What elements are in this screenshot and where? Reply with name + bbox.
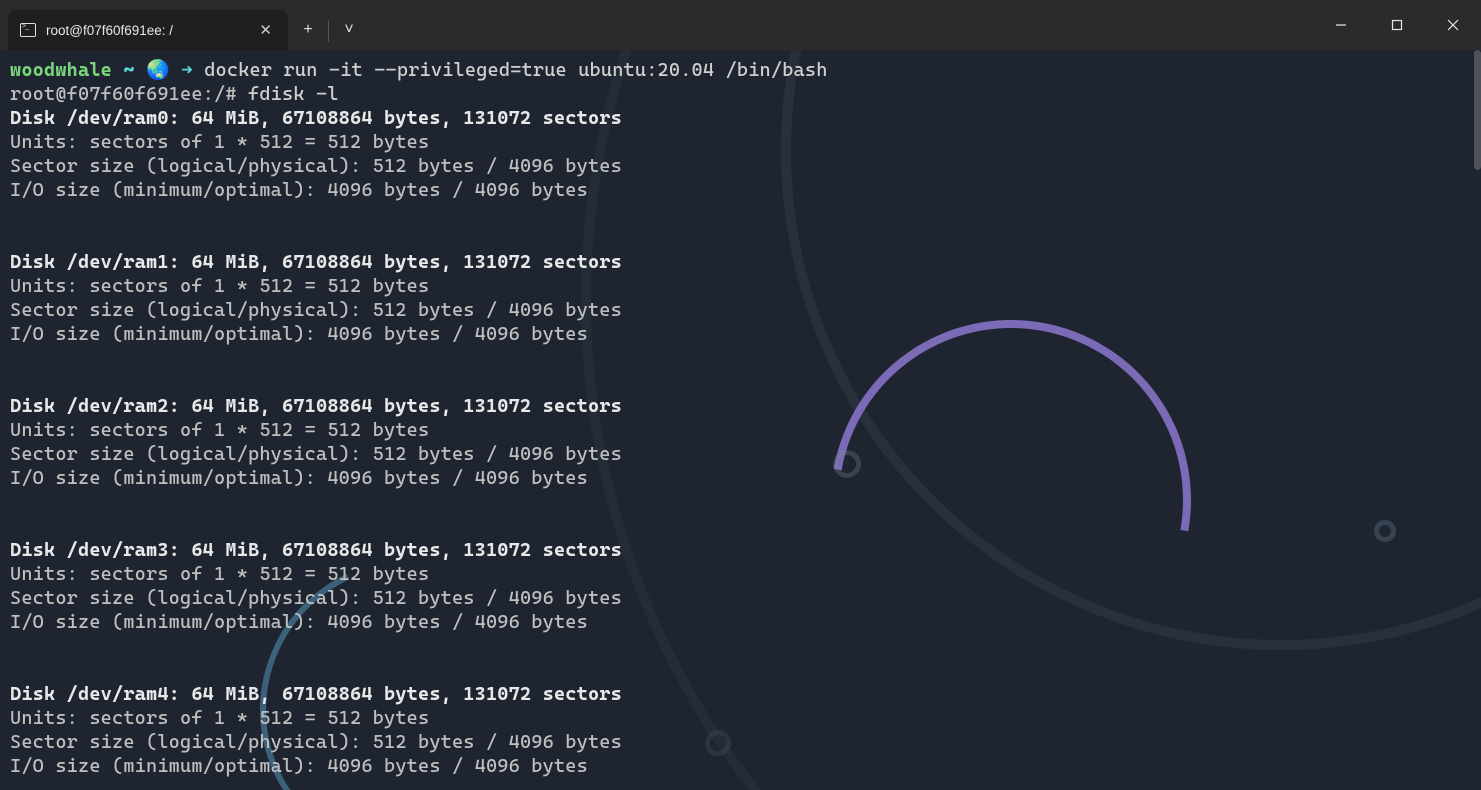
disk-sector: Sector size (logical/physical): 512 byte… [10, 299, 622, 321]
disk-header: Disk /dev/ram3: 64 MiB, 67108864 bytes, … [10, 539, 622, 561]
disk-io: I/O size (minimum/optimal): 4096 bytes /… [10, 179, 588, 201]
inner-prompt: root@f07f60f691ee:/# [10, 83, 237, 105]
new-tab-button[interactable]: + [288, 10, 328, 50]
prompt-arrow-icon: ➜ [181, 59, 193, 81]
disk-sector: Sector size (logical/physical): 512 byte… [10, 155, 622, 177]
disk-units: Units: sectors of 1 * 512 = 512 bytes [10, 419, 429, 441]
terminal-icon [20, 23, 36, 37]
prompt-path: ~ [123, 59, 134, 81]
disk-header: Disk /dev/ram1: 64 MiB, 67108864 bytes, … [10, 251, 622, 273]
disk-header: Disk /dev/ram2: 64 MiB, 67108864 bytes, … [10, 395, 622, 417]
maximize-button[interactable] [1369, 0, 1425, 50]
tab-active[interactable]: root@f07f60f691ee: / ✕ [8, 10, 288, 50]
prompt-command: docker run -it --privileged=true ubuntu:… [204, 59, 827, 81]
tab-title: root@f07f60f691ee: / [46, 23, 245, 38]
disk-io: I/O size (minimum/optimal): 4096 bytes /… [10, 611, 588, 633]
disk-units: Units: sectors of 1 * 512 = 512 bytes [10, 563, 429, 585]
disk-sector: Sector size (logical/physical): 512 byte… [10, 587, 622, 609]
scrollbar-thumb[interactable] [1474, 50, 1481, 170]
disk-io: I/O size (minimum/optimal): 4096 bytes /… [10, 323, 588, 345]
inner-command: fdisk -l [248, 83, 339, 105]
tab-dropdown-button[interactable]: ˅ [329, 10, 369, 50]
prompt-user: woodwhale [10, 59, 112, 81]
disk-sector: Sector size (logical/physical): 512 byte… [10, 731, 622, 753]
disk-sector: Sector size (logical/physical): 512 byte… [10, 443, 622, 465]
window-controls [1313, 0, 1481, 50]
disk-units: Units: sectors of 1 * 512 = 512 bytes [10, 131, 429, 153]
disk-io: I/O size (minimum/optimal): 4096 bytes /… [10, 755, 588, 777]
close-tab-icon[interactable]: ✕ [255, 19, 276, 41]
disk-header: Disk /dev/ram0: 64 MiB, 67108864 bytes, … [10, 107, 622, 129]
tab-strip: root@f07f60f691ee: / ✕ + ˅ [0, 0, 369, 50]
disk-io: I/O size (minimum/optimal): 4096 bytes /… [10, 467, 588, 489]
disk-header: Disk /dev/ram4: 64 MiB, 67108864 bytes, … [10, 683, 622, 705]
terminal-viewport[interactable]: woodwhale ~ 🌏 ➜ docker run -it --privile… [0, 50, 1481, 788]
close-window-button[interactable] [1425, 0, 1481, 50]
prompt-globe-icon: 🌏 [146, 59, 170, 81]
disk-units: Units: sectors of 1 * 512 = 512 bytes [10, 275, 429, 297]
disk-units: Units: sectors of 1 * 512 = 512 bytes [10, 707, 429, 729]
window-titlebar: root@f07f60f691ee: / ✕ + ˅ [0, 0, 1481, 50]
minimize-button[interactable] [1313, 0, 1369, 50]
